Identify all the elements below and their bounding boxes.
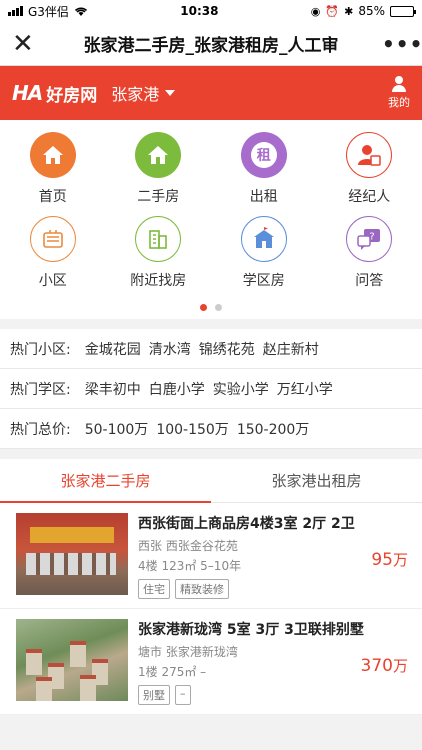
signal-icon	[8, 6, 23, 16]
hot-school-link[interactable]: 实验小学	[213, 379, 269, 399]
home-icon	[29, 132, 76, 178]
grid-label: 小区	[38, 273, 67, 289]
list-item[interactable]: 张家港新珑湾 5室 3厅 3卫联排别墅 塘市 张家港新珑湾 1楼 275㎡ – …	[0, 609, 422, 715]
grid-item-nearby[interactable]: 附近找房	[106, 216, 212, 290]
community-icon	[29, 216, 76, 262]
status-bar: G3伴侣 10:38 ◉ ⏰ ✱ 85%	[0, 0, 422, 22]
page-dot[interactable]	[200, 304, 207, 311]
tab-rental[interactable]: 张家港出租房	[211, 459, 422, 502]
list-item[interactable]: 西张街面上商品房4楼3室 2厅 2卫 西张 西张金谷花苑 4楼 123㎡ 5–1…	[0, 503, 422, 609]
page: G3伴侣 10:38 ◉ ⏰ ✱ 85% ✕ 张家港二手房_张家港租房_人工审 …	[0, 0, 422, 750]
hot-community-link[interactable]: 赵庄新村	[263, 339, 319, 359]
listing-meta: 4楼 123㎡ 5–10年	[138, 559, 242, 573]
my-account-label: 我的	[388, 96, 410, 109]
caret-down-icon	[165, 90, 176, 96]
agent-icon	[346, 132, 393, 178]
hot-price-link[interactable]: 100-150万	[156, 419, 229, 439]
hot-school-row: 热门学区: 梁丰初中 白鹿小学 实验小学 万红小学	[0, 369, 422, 409]
price-unit: 万	[392, 657, 408, 675]
listing-price: 370万	[361, 655, 408, 676]
listing-photo	[16, 513, 128, 595]
hot-school-label: 热门学区:	[10, 381, 71, 398]
more-icon[interactable]: •••	[382, 32, 422, 56]
listing-price: 95万	[371, 549, 408, 570]
listing-tag: 住宅	[138, 579, 170, 599]
hot-community-link[interactable]: 清水湾	[149, 339, 191, 359]
qa-icon: ?	[346, 216, 393, 262]
page-dot[interactable]	[215, 304, 222, 311]
nearby-building-icon	[135, 216, 182, 262]
listing-photo	[16, 619, 128, 701]
category-grid: 首页 二手房 租 出租 经纪人 小区 附近找房 学区房 ? 问答	[0, 120, 422, 319]
hot-school-link[interactable]: 梁丰初中	[85, 379, 141, 399]
hot-price-row: 热门总价: 50-100万 100-150万 150-200万	[0, 409, 422, 449]
page-indicator	[0, 300, 422, 311]
battery-percent: 85%	[358, 4, 385, 18]
grid-label: 出租	[249, 189, 278, 205]
grid-label: 首页	[38, 189, 67, 205]
city-name: 张家港	[111, 85, 160, 104]
listing-list: 西张街面上商品房4楼3室 2厅 2卫 西张 西张金谷花苑 4楼 123㎡ 5–1…	[0, 503, 422, 715]
site-logo[interactable]: HA 好房网	[12, 81, 97, 106]
grid-label: 学区房	[242, 273, 285, 289]
grid-label: 二手房	[137, 189, 180, 205]
grid-item-rent[interactable]: 租 出租	[211, 132, 317, 206]
my-account-button[interactable]: 我的	[388, 76, 410, 110]
listing-title: 张家港新珑湾 5室 3厅 3卫联排别墅	[138, 622, 364, 638]
grid-item-community[interactable]: 小区	[0, 216, 106, 290]
orientation-lock-icon: ◉	[310, 4, 321, 18]
price-unit: 万	[392, 551, 408, 569]
price-value: 95	[371, 550, 393, 570]
listing-tag: –	[175, 685, 191, 705]
hot-community-label: 热门小区:	[10, 341, 71, 358]
hot-school-link[interactable]: 白鹿小学	[149, 379, 205, 399]
battery-icon	[390, 5, 416, 17]
alarm-icon: ⏰	[325, 4, 340, 18]
hot-price-link[interactable]: 150-200万	[237, 419, 310, 439]
close-icon[interactable]: ✕	[12, 30, 40, 58]
logo-text: 好房网	[46, 85, 98, 106]
city-selector[interactable]: 张家港	[111, 81, 176, 105]
listing-tag: 别墅	[138, 685, 170, 705]
house-icon	[135, 132, 182, 178]
grid-label: 问答	[355, 273, 384, 289]
grid-item-school[interactable]: 学区房	[211, 216, 317, 290]
hot-school-link[interactable]: 万红小学	[277, 379, 333, 399]
grid-label: 经纪人	[348, 189, 391, 205]
grid-item-agent[interactable]: 经纪人	[317, 132, 422, 206]
price-value: 370	[360, 656, 393, 676]
user-icon	[391, 76, 407, 92]
grid-item-qa[interactable]: ? 问答	[317, 216, 422, 290]
listing-tabs: 张家港二手房 张家港出租房	[0, 459, 422, 503]
carrier-name: G3伴侣	[28, 4, 69, 19]
hot-links: 热门小区: 金城花园 清水湾 锦绣花苑 赵庄新村 热门学区: 梁丰初中 白鹿小学…	[0, 329, 422, 449]
page-title: 张家港二手房_张家港租房_人工审	[83, 36, 339, 56]
listing-title: 西张街面上商品房4楼3室 2厅 2卫	[138, 516, 355, 532]
hot-community-link[interactable]: 锦绣花苑	[199, 339, 255, 359]
hot-price-label: 热门总价:	[10, 421, 71, 438]
logo-mark: HA	[12, 81, 43, 105]
clock: 10:38	[180, 4, 219, 18]
rent-glyph: 租	[250, 142, 277, 168]
hot-community-row: 热门小区: 金城花园 清水湾 锦绣花苑 赵庄新村	[0, 329, 422, 369]
listing-tag: 精致装修	[175, 579, 229, 599]
grid-label: 附近找房	[130, 273, 187, 289]
grid-item-second-hand[interactable]: 二手房	[106, 132, 212, 206]
tab-second-hand[interactable]: 张家港二手房	[0, 459, 211, 503]
brand-header: HA 好房网 张家港 我的	[0, 66, 422, 120]
grid-item-home[interactable]: 首页	[0, 132, 106, 206]
listing-location: 西张 西张金谷花苑	[138, 539, 238, 553]
hot-price-link[interactable]: 50-100万	[85, 419, 149, 439]
hot-community-link[interactable]: 金城花园	[85, 339, 141, 359]
wifi-icon	[74, 7, 87, 16]
nav-bar: ✕ 张家港二手房_张家港租房_人工审 •••	[0, 22, 422, 66]
rent-icon: 租	[240, 132, 287, 178]
bluetooth-icon: ✱	[344, 4, 354, 18]
school-icon	[240, 216, 287, 262]
